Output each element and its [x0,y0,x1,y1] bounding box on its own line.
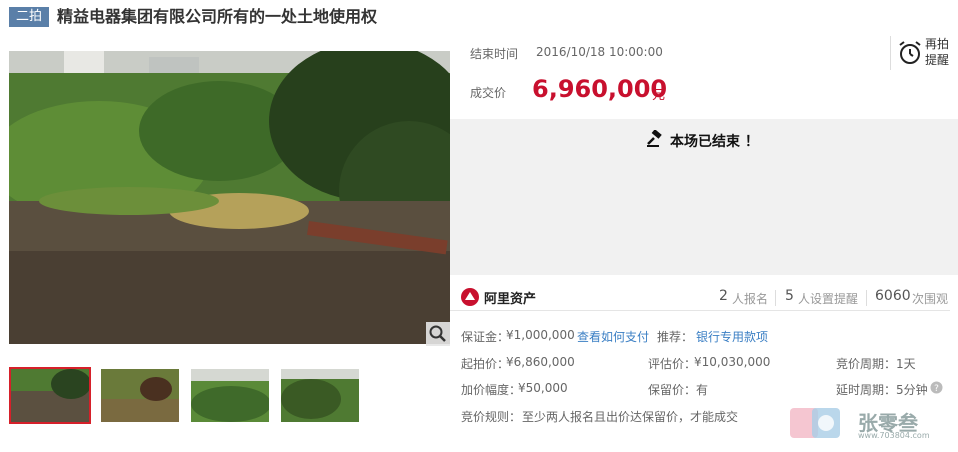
increment-label: 加价幅度： [461,383,522,397]
thumbnail-image [11,369,89,422]
rules-value: 至少两人报名且出价达保留价，才能成交 [522,410,739,424]
remind-line-1: 再拍 [925,37,950,51]
thumbnail-image [281,369,359,422]
zoom-button[interactable] [426,322,450,346]
delay-value: 5分钟 [896,383,928,397]
increment-value: ¥50,000 [518,381,568,395]
divider [775,290,776,306]
thumbnail-2[interactable] [101,369,179,422]
deposit-value: ¥1,000,000 [506,328,575,342]
currency-unit: 元 [652,88,666,103]
remind-text[interactable]: 再拍 提醒 [925,36,953,68]
reserve-label: 保留价： [648,383,697,397]
rules-label: 竞价规则： [461,410,522,424]
remind-label: 人设置提醒 [798,292,859,306]
alarm-clock-icon [899,41,921,64]
watermark-url: www.703804.com [858,431,930,440]
deal-price-value: 6,960,000 [532,75,668,103]
end-time-value: 2016/10/18 10:00:00 [536,45,663,59]
view-count: 6060 [875,288,911,304]
remind-count: 5 [785,288,794,304]
view-label: 次围观 [912,292,949,306]
appraisal-value: ¥10,030,000 [694,355,771,369]
bid-period-value: 1天 [896,357,916,371]
appraisal-label: 评估价： [648,357,697,371]
bank-loan-link[interactable]: 银行专用款项 [696,328,768,345]
start-price-label: 起拍价： [461,357,510,371]
remind-line-2: 提醒 [925,53,950,67]
land-photo-image [9,51,450,344]
bid-period-label: 竞价周期： [836,357,897,371]
thumbnail-3[interactable] [191,369,269,422]
thumbnail-image [101,369,179,422]
auction-ended-text: 本场已结束 ！ [670,134,759,150]
page-title: 精益电器集团有限公司所有的一处土地使用权 [57,7,378,26]
deal-price-label: 成交价 [470,86,507,100]
thumbnail-1[interactable] [9,367,91,424]
round-badge: 二拍 [9,7,49,27]
divider [866,290,867,306]
main-photo[interactable] [9,51,450,344]
svg-text:?: ? [934,384,939,394]
magnifier-icon [429,325,446,342]
thumbnail-4[interactable] [281,369,359,422]
alibaba-assets-logo-icon [461,288,479,306]
platform-logo-text: 阿里资产 [484,292,537,307]
help-icon[interactable]: ? [930,381,943,394]
delay-label: 延时周期： [836,383,897,397]
signup-label: 人报名 [732,292,769,306]
end-time-label: 结束时间 [470,47,519,61]
how-to-pay-link[interactable]: 查看如何支付 [577,328,649,345]
thumbnail-image [191,369,269,422]
deposit-label: 保证金： [461,330,510,344]
reserve-value: 有 [696,383,709,397]
recommend-label: 推荐： [657,330,694,344]
gavel-icon [647,130,662,147]
signup-count: 2 [719,288,728,304]
watermark-logo-icon [790,408,840,438]
start-price-value: ¥6,860,000 [506,355,575,369]
